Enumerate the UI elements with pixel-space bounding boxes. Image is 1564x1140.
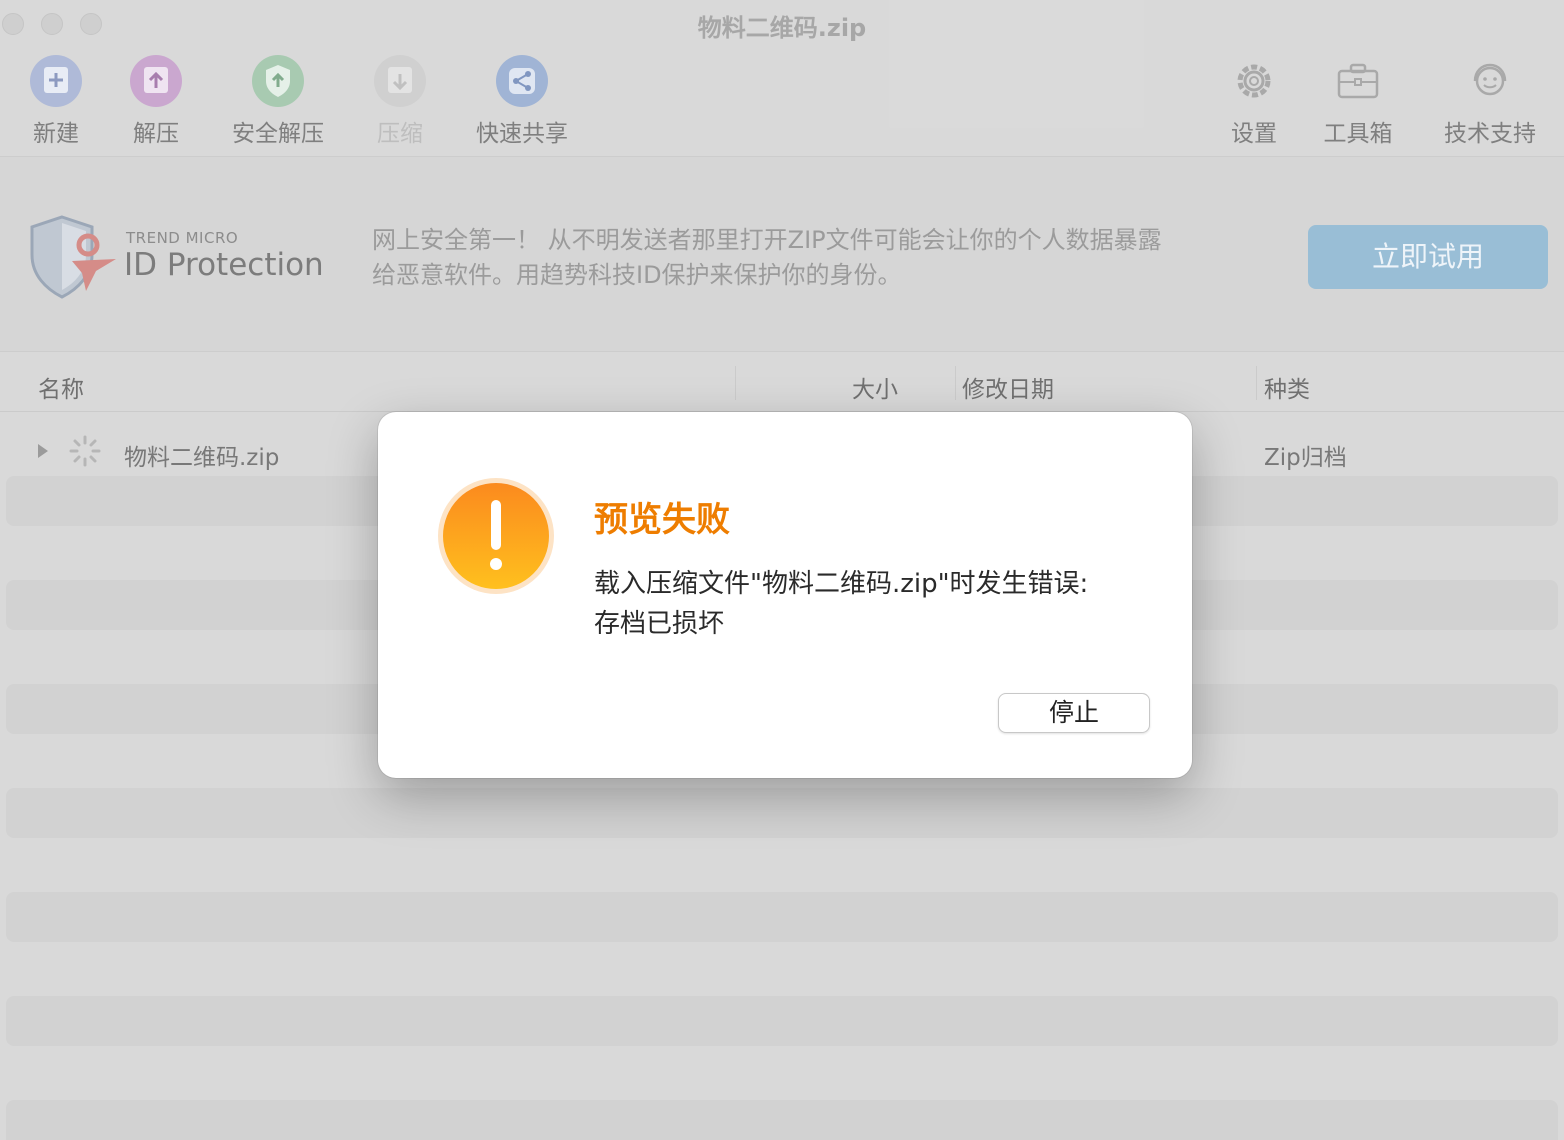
dialog-message-line-2: 存档已损坏	[594, 609, 725, 639]
dialog-message-line-1: 载入压缩文件"物料二维码.zip"时发生错误:	[594, 569, 1089, 599]
dialog-message: 载入压缩文件"物料二维码.zip"时发生错误: 存档已损坏	[594, 564, 1154, 644]
warning-icon	[438, 478, 554, 594]
error-dialog: 预览失败 载入压缩文件"物料二维码.zip"时发生错误: 存档已损坏 停止	[378, 412, 1192, 778]
dialog-title: 预览失败	[594, 500, 730, 540]
stop-button[interactable]: 停止	[998, 693, 1150, 733]
